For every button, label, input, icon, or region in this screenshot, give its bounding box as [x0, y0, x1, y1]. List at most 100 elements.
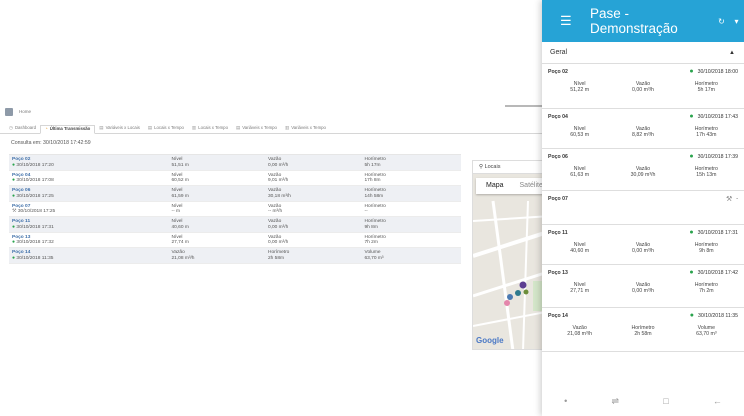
value-number: 0,00 m³/h [268, 240, 289, 246]
chart-icon: ▥ [191, 124, 197, 130]
card-value-number: 61,63 m [570, 171, 590, 178]
station-date: 30/10/2018 17:20 [16, 162, 54, 168]
tab-label: Última Transmissão [49, 126, 91, 131]
card-header: Poço 04 ● 30/10/2018 17:43 [548, 113, 738, 120]
tab-3[interactable]: ▤ Locais x Tempo [144, 124, 188, 133]
station-card[interactable]: Poço 06 ● 30/10/2018 17:39 Nível 61,63 m Vazã… [542, 149, 744, 191]
card-value-number: 0,00 m³/h [632, 86, 654, 93]
card-value-number: 63,70 m³ [696, 330, 717, 337]
value-number: 17h 8m [364, 178, 381, 184]
card-value-number: 60,53 m [570, 131, 590, 138]
card-value: Vazão 21,08 m³/h [548, 325, 611, 338]
station-date: 30/10/2018 17:25 [16, 193, 54, 199]
tab-5[interactable]: ▤ Variáveis x Tempo [232, 124, 281, 133]
card-value: Horímetro 15h 13m [675, 166, 738, 179]
map-search-label: Locais [484, 164, 501, 170]
card-station-name: Poço 02 [548, 68, 568, 75]
card-value: Vazão 30,09 m³/h [611, 166, 674, 179]
card-header: Poço 11 ● 30/10/2018 17:31 [548, 229, 738, 236]
station-card[interactable]: Poço 14 ● 30/10/2018 11:35 Vazão 21,08 m³/h H… [542, 308, 744, 352]
card-date: 30/10/2018 17:31 [697, 229, 738, 236]
card-value: Nível 61,63 m [548, 166, 611, 179]
table-row[interactable]: Poço 14 ● 30/10/2018 11:35 Vazão 21,08 m³/h… [9, 248, 461, 264]
card-value: Horímetro 2h 58m [611, 325, 674, 338]
filter-icon[interactable]: ▾ [729, 17, 744, 26]
value-cell: Horímetro 14h 58m [365, 186, 462, 201]
table-row[interactable]: Poço 11 ● 30/10/2018 17:31 Nível 40,60 m Vaz… [9, 217, 461, 233]
station-card[interactable]: Poço 04 ● 30/10/2018 17:43 Nível 60,53 m Vazã… [542, 109, 744, 149]
tab-4[interactable]: ▥ Locais x Tempo [188, 124, 232, 133]
station-date: 30/10/2018 17:32 [16, 240, 54, 246]
card-value-number: 51,22 m [570, 86, 590, 93]
card-value-number: 40,60 m [570, 247, 590, 254]
query-timestamp: Consulta em: 30/10/2018 17:42:59 [11, 140, 91, 146]
android-nav-bar: • ⇌ □ ← [542, 386, 744, 416]
value-number: -- m [171, 209, 181, 215]
map-tab-satellite[interactable]: Satélite [504, 178, 543, 194]
table-icon: ▤ [235, 124, 241, 130]
station-cell: Poço 04 ● 30/10/2018 17:08 [9, 171, 172, 186]
card-values: Nível 61,63 m Vazão 30,09 m³/h Horímetro 15h … [548, 166, 738, 179]
value-cell: Horímetro -- [365, 202, 462, 217]
value-cell: Nível -- m [172, 202, 269, 217]
divider [505, 105, 545, 107]
card-header: Poço 06 ● 30/10/2018 17:39 [548, 153, 738, 160]
station-date-line: ● 30/10/2018 17:25 [12, 193, 172, 200]
breadcrumb[interactable]: Home [19, 109, 31, 114]
value-number: 51,51 m [171, 162, 189, 168]
recents-icon[interactable]: ⇌ [611, 396, 619, 407]
table-row[interactable]: Poço 07 ⚒ 30/10/2018 17:25 Nível -- m Vazão -… [9, 202, 462, 217]
table-row[interactable]: Poço 13 ● 30/10/2018 17:32 Nível 27,74 m Vaz… [9, 233, 461, 248]
value-number: 0,00 m³/h [268, 162, 289, 168]
tab-6[interactable]: ▥ Variáveis x Tempo [281, 124, 330, 133]
value-number: 2h 58m [268, 255, 285, 261]
card-value-number: 21,08 m³/h [567, 330, 593, 337]
value-number: 7h 2m [364, 240, 378, 246]
station-date: 30/10/2018 11:35 [16, 255, 54, 261]
table-row[interactable]: Poço 06 ● 30/10/2018 17:25 Nível 61,59 m Vaz… [9, 186, 461, 202]
map-tab-map[interactable]: Mapa [476, 178, 504, 194]
station-card[interactable]: Poço 02 ● 30/10/2018 18:00 Nível 51,22 m Vazã… [542, 64, 744, 109]
card-station-name: Poço 14 [548, 312, 568, 319]
value-number: 27,74 m [171, 240, 189, 246]
tab-2[interactable]: ▤ Variáveis x Locais [95, 124, 144, 133]
card-header: Poço 14 ● 30/10/2018 11:35 [548, 312, 738, 319]
value-number: 9,01 m³/h [268, 178, 289, 184]
card-value-number: 30,09 m³/h [630, 171, 656, 178]
back-icon[interactable]: ← [713, 396, 722, 406]
table-row[interactable]: Poço 04 ● 30/10/2018 17:08 Nível 60,52 m Vaz… [9, 171, 461, 186]
home-icon[interactable]: □ [663, 396, 668, 406]
table-icon: ▤ [147, 124, 153, 130]
tab-label: Locais x Tempo [198, 125, 228, 130]
card-value-number: 7h 2m [699, 287, 714, 294]
map-search-box[interactable]: ⚲ Locais [473, 161, 549, 174]
tab-0[interactable]: ◷ Dashboard [5, 124, 40, 133]
station-cell: Poço 11 ● 30/10/2018 17:31 [9, 217, 172, 232]
tab-1[interactable]: ◔ Última Transmissão [39, 125, 96, 134]
value-number: 30,18 m³/h [268, 193, 291, 199]
value-cell: Vazão 21,08 m³/h [172, 248, 269, 263]
nav-dot-icon[interactable]: • [564, 396, 567, 406]
refresh-icon[interactable]: ↻ [714, 17, 729, 26]
station-card[interactable]: Poço 11 ● 30/10/2018 17:31 Nível 40,60 m Vazã… [542, 225, 744, 265]
card-values: Vazão 21,08 m³/h Horímetro 2h 58m Volume 63,7… [548, 325, 738, 338]
station-card[interactable]: Poço 13 ● 30/10/2018 17:42 Nível 27,71 m Vazã… [542, 265, 744, 308]
card-value-number: 17h 43m [696, 131, 717, 138]
tab-label: Locais x Tempo [154, 125, 184, 130]
card-value: Horímetro 5h 17m [675, 81, 738, 94]
tab-label: Dashboard [14, 125, 36, 130]
app-logo [5, 107, 13, 116]
check-circle-icon: ● [689, 153, 694, 160]
station-date-line: ● 30/10/2018 11:35 [12, 255, 172, 262]
group-header[interactable]: Geral ▲ [542, 42, 744, 64]
value-cell: Vazão -- m³/h [268, 202, 365, 217]
station-card[interactable]: Poço 07 ⚒ - [542, 191, 744, 225]
card-value: Volume 63,70 m³ [675, 325, 738, 338]
value-number: 9h 8m [364, 224, 378, 230]
value-number: 0,00 m³/h [268, 224, 289, 230]
table-row[interactable]: Poço 02 ● 30/10/2018 17:20 Nível 51,51 m Vaz… [9, 155, 461, 171]
menu-icon[interactable]: ☰ [560, 13, 584, 29]
map-panel[interactable]: ⚲ Locais Mapa Satélite Google [472, 160, 550, 350]
station-date-line: ● 30/10/2018 17:20 [12, 162, 172, 169]
card-value-number: 0,00 m³/h [632, 287, 654, 294]
